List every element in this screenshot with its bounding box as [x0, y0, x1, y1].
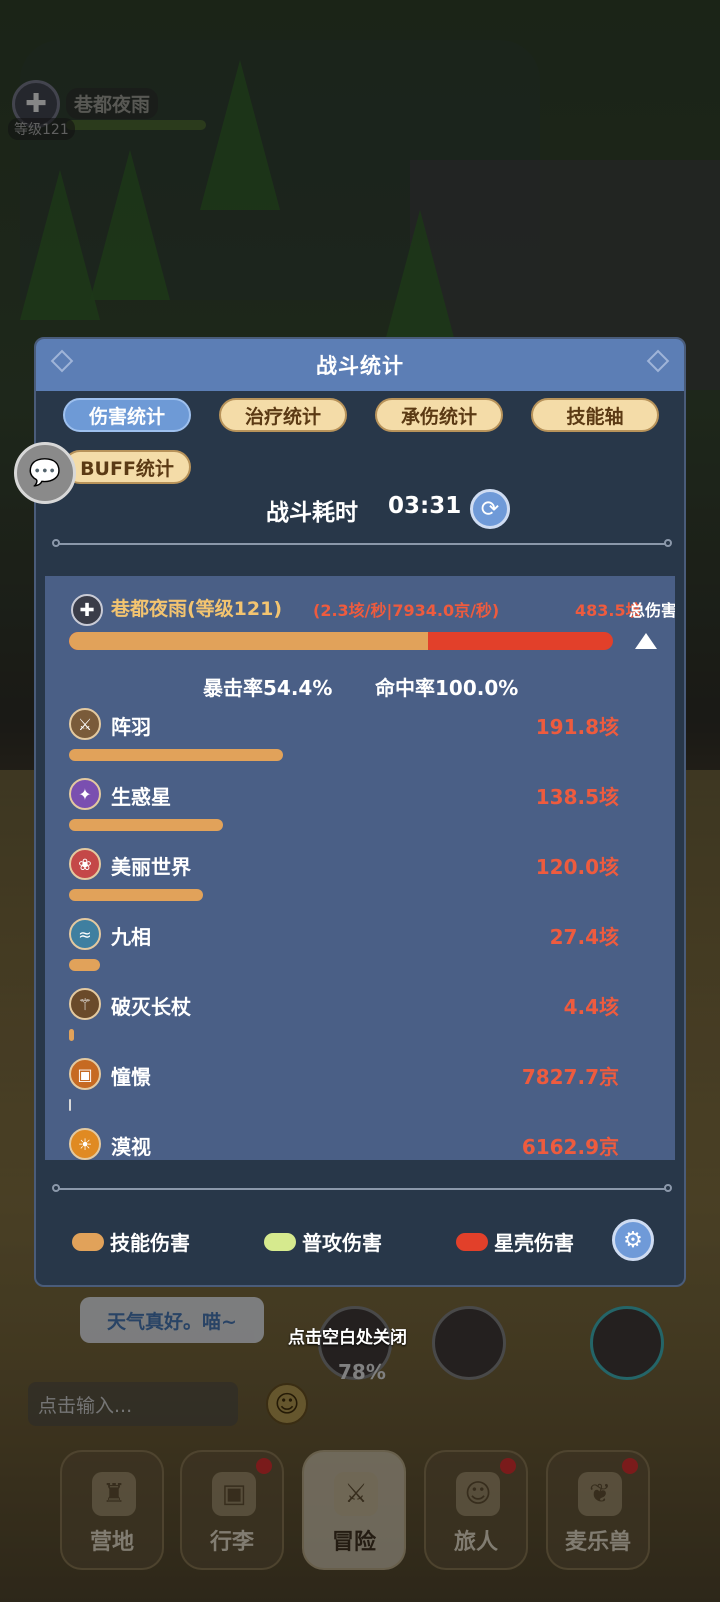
- panel-title: 战斗统计: [316, 354, 404, 378]
- skill-row[interactable]: ✦ 生惑星 138.5垓: [45, 778, 675, 848]
- skill-damage-bar: [69, 889, 203, 901]
- sun-icon: ☀: [69, 1128, 101, 1160]
- legend-normal-damage: 普攻伤害: [264, 1227, 382, 1256]
- skill-name: 破灭长杖: [111, 995, 191, 1019]
- skill-row[interactable]: ⚚ 破灭长杖 4.4垓: [45, 988, 675, 1058]
- settings-button[interactable]: ⚙: [612, 1219, 654, 1261]
- tab-skill-timeline[interactable]: 技能轴: [531, 398, 659, 432]
- crit-rate: 暴击率54.4%: [203, 676, 333, 700]
- skill-name: 憧憬: [111, 1065, 151, 1089]
- skill-name: 九相: [111, 925, 151, 949]
- skill-name: 漠视: [111, 1135, 151, 1159]
- chest-icon: ▣: [69, 1058, 101, 1090]
- summary-rate: (2.3垓/秒|7934.0京/秒): [313, 601, 500, 620]
- skill-row[interactable]: ≈ 九相 27.4垓: [45, 918, 675, 988]
- skill-damage-bar: [69, 749, 284, 761]
- skill-row[interactable]: ❀ 美丽世界 120.0垓: [45, 848, 675, 918]
- refresh-button[interactable]: ⟳: [470, 489, 510, 529]
- skill-damage-value: 4.4垓: [563, 995, 619, 1019]
- legend-swatch: [456, 1232, 488, 1251]
- wave-icon: ≈: [69, 918, 101, 950]
- skill-damage-bar: [69, 819, 224, 831]
- skill-damage-value: 138.5垓: [535, 785, 619, 809]
- damage-list[interactable]: ✚ 巷都夜雨(等级121) (2.3垓/秒|7934.0京/秒) 483.5垓 …: [45, 576, 675, 1160]
- divider: [52, 539, 672, 547]
- skill-damage-value: 6162.9京: [521, 1135, 619, 1159]
- sword-icon: ⚔: [69, 708, 101, 740]
- skill-name: 阵羽: [111, 715, 151, 739]
- skill-damage-bar: [69, 959, 100, 971]
- skill-damage-value: 27.4垓: [549, 925, 619, 949]
- collapse-triangle-icon[interactable]: [635, 633, 657, 649]
- skill-damage-value: 7827.7京: [521, 1065, 619, 1089]
- staff-icon: ⚚: [69, 988, 101, 1020]
- skill-damage-value: 191.8垓: [535, 715, 619, 739]
- legend-swatch: [264, 1232, 296, 1251]
- close-hint: 点击空白处关闭: [288, 1328, 407, 1348]
- legend-shell-damage: 星壳伤害: [456, 1227, 574, 1256]
- gear-icon: ⚙: [623, 1227, 643, 1253]
- skill-row[interactable]: ▣ 憧憬 7827.7京: [45, 1058, 675, 1128]
- battle-time-label: 战斗耗时: [266, 500, 358, 526]
- legend-swatch: [72, 1232, 104, 1251]
- skill-name: 美丽世界: [111, 855, 191, 879]
- tab-damage[interactable]: 伤害统计: [63, 398, 191, 432]
- tab-healing[interactable]: 治疗统计: [219, 398, 347, 432]
- chat-button[interactable]: 💬: [14, 442, 76, 504]
- summary-damage-bar: [69, 632, 613, 650]
- diamond-icon: [646, 349, 670, 373]
- refresh-icon: ⟳: [480, 496, 500, 522]
- summary-total-label: 总伤害: [629, 601, 675, 620]
- divider: [52, 1184, 672, 1192]
- legend-label: 技能伤害: [110, 1231, 190, 1255]
- skill-damage-bar: [69, 1029, 74, 1041]
- flower-icon: ❀: [69, 848, 101, 880]
- skill-name: 生惑星: [111, 785, 171, 809]
- skill-damage-value: 120.0垓: [535, 855, 619, 879]
- cross-icon: ✚: [71, 594, 103, 626]
- legend-label: 星壳伤害: [494, 1231, 574, 1255]
- skill-row[interactable]: ☀ 漠视 6162.9京: [45, 1128, 675, 1160]
- panel-header: 战斗统计: [36, 339, 684, 391]
- tab-damage-taken[interactable]: 承伤统计: [375, 398, 503, 432]
- legend-label: 普攻伤害: [302, 1231, 382, 1255]
- diamond-icon: [50, 349, 74, 373]
- chat-bubble-icon: 💬: [28, 458, 62, 488]
- battle-time-value: 03:31: [388, 493, 462, 519]
- legend-skill-damage: 技能伤害: [72, 1227, 190, 1256]
- skill-row[interactable]: ⚔ 阵羽 191.8垓: [45, 708, 675, 778]
- tab-buff[interactable]: BUFF统计: [63, 450, 191, 484]
- skill-damage-bar: [69, 1099, 71, 1111]
- hit-rate: 命中率100.0%: [375, 676, 519, 700]
- star-icon: ✦: [69, 778, 101, 810]
- summary-player-name: 巷都夜雨(等级121): [111, 598, 283, 620]
- summary-skill-fill: [69, 632, 429, 650]
